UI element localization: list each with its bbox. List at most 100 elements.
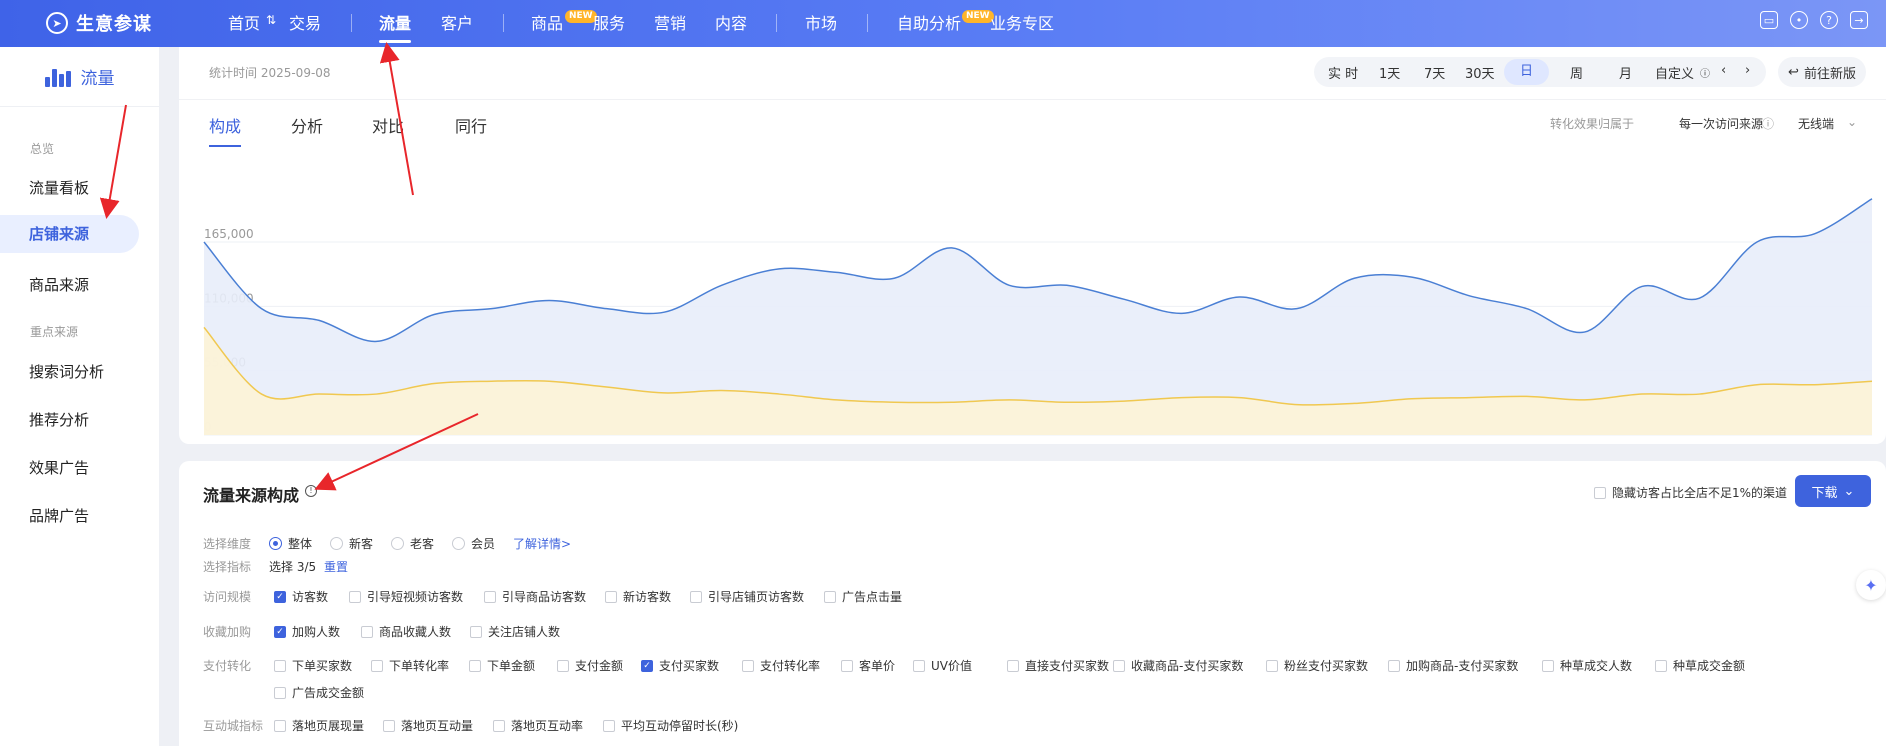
next-arrow-icon[interactable]: › <box>1745 63 1750 78</box>
checkbox[interactable] <box>1594 486 1606 499</box>
hide-small-channels-option[interactable]: 隐藏访客占比全店不足1%的渠道 <box>1594 484 1787 501</box>
metric-checkbox-option[interactable]: 广告点击量 <box>824 588 902 605</box>
tab-composition[interactable]: 构成 <box>209 113 242 147</box>
checkbox[interactable] <box>913 659 925 672</box>
nav-service[interactable]: 服务 <box>593 10 625 34</box>
checkbox[interactable] <box>361 625 373 638</box>
nav-content[interactable]: 内容 <box>715 10 747 34</box>
checkbox-checked[interactable]: ✓ <box>274 590 286 603</box>
metric-checkbox-option[interactable]: 下单转化率 <box>371 657 449 674</box>
metric-checkbox-option[interactable]: 落地页展现量 <box>274 717 364 734</box>
dimension-option[interactable]: 整体 <box>269 535 312 552</box>
tab-compare[interactable]: 对比 <box>372 113 404 137</box>
sidebar-item-store-source[interactable]: 店铺来源 <box>0 215 139 253</box>
metric-checkbox-option[interactable]: ✓ 访客数 <box>274 588 328 605</box>
nav-business-zone[interactable]: 业务专区 <box>990 10 1054 34</box>
brand[interactable]: ➤ 生意参谋 <box>46 10 152 36</box>
sidebar-item-search-terms[interactable]: 搜索词分析 <box>29 361 104 382</box>
download-button[interactable]: 下载 ⌄ <box>1795 475 1871 507</box>
calendar-icon[interactable]: ▭ <box>1760 11 1778 29</box>
metric-checkbox-option[interactable]: 下单买家数 <box>274 657 352 674</box>
checkbox[interactable] <box>274 659 286 672</box>
swap-icon[interactable]: ⇅ <box>266 13 276 27</box>
metric-checkbox-option[interactable]: 下单金额 <box>469 657 535 674</box>
checkbox[interactable] <box>470 625 482 638</box>
checkbox[interactable] <box>274 719 286 732</box>
tab-analysis[interactable]: 分析 <box>291 113 323 137</box>
conversion-select[interactable]: 每一次访问来源 <box>1679 115 1763 132</box>
device-select[interactable]: 无线端 <box>1798 115 1834 132</box>
help-icon[interactable]: ⓘ <box>1762 115 1774 132</box>
metric-checkbox-option[interactable]: 落地页互动率 <box>493 717 583 734</box>
checkbox[interactable] <box>383 719 395 732</box>
dimension-option[interactable]: 老客 <box>391 535 434 552</box>
sidebar-item-product-source[interactable]: 商品来源 <box>29 274 89 295</box>
checkbox[interactable] <box>274 686 286 699</box>
checkbox[interactable] <box>1007 659 1019 672</box>
nav-marketing[interactable]: 营销 <box>654 10 686 34</box>
metric-checkbox-option[interactable]: ✓ 加购人数 <box>274 623 340 640</box>
time-option-30d[interactable]: 30天 <box>1465 63 1495 82</box>
checkbox[interactable] <box>742 659 754 672</box>
metric-checkbox-option[interactable]: 加购商品-支付买家数 <box>1388 657 1518 674</box>
time-option-week[interactable]: 周 <box>1570 63 1583 82</box>
checkbox[interactable] <box>493 719 505 732</box>
reset-link[interactable]: 重置 <box>324 558 348 575</box>
dimension-option[interactable]: 会员 <box>452 535 495 552</box>
nav-self-analysis[interactable]: 自助分析 <box>897 10 961 34</box>
checkbox[interactable] <box>603 719 615 732</box>
checkbox[interactable] <box>349 590 361 603</box>
metric-checkbox-option[interactable]: 新访客数 <box>605 588 671 605</box>
nav-customer[interactable]: 客户 <box>441 10 473 34</box>
sidebar-item-brand-ads[interactable]: 品牌广告 <box>29 505 89 526</box>
checkbox[interactable] <box>1266 659 1278 672</box>
assistant-float-button[interactable]: ✦ <box>1856 570 1886 600</box>
checkbox[interactable] <box>690 590 702 603</box>
time-option-month[interactable]: 月 <box>1619 63 1632 82</box>
metric-checkbox-option[interactable]: 引导商品访客数 <box>484 588 586 605</box>
learn-more-link[interactable]: 了解详情> <box>513 535 571 552</box>
metric-checkbox-option[interactable]: 引导短视频访客数 <box>349 588 463 605</box>
metric-checkbox-option[interactable]: 关注店铺人数 <box>470 623 560 640</box>
metric-checkbox-option[interactable]: 广告成交金额 <box>274 684 364 701</box>
checkbox-checked[interactable]: ✓ <box>274 625 286 638</box>
go-new-version-button[interactable]: ↩ 前往新版 <box>1778 57 1866 87</box>
prev-arrow-icon[interactable]: ‹ <box>1721 63 1726 78</box>
time-option-day[interactable]: 日 <box>1504 59 1550 85</box>
metric-checkbox-option[interactable]: 平均互动停留时长(秒) <box>603 717 738 734</box>
metric-checkbox-option[interactable]: 粉丝支付买家数 <box>1266 657 1368 674</box>
nav-home[interactable]: 首页 <box>228 10 260 34</box>
metric-checkbox-option[interactable]: 客单价 <box>841 657 895 674</box>
checkbox[interactable] <box>841 659 853 672</box>
checkbox[interactable] <box>1655 659 1667 672</box>
checkbox[interactable] <box>1542 659 1554 672</box>
checkbox[interactable] <box>1113 659 1125 672</box>
metric-checkbox-option[interactable]: UV价值 <box>913 657 972 674</box>
checkbox[interactable] <box>1388 659 1400 672</box>
checkbox[interactable] <box>484 590 496 603</box>
dimension-option[interactable]: 新客 <box>330 535 373 552</box>
checkbox[interactable] <box>824 590 836 603</box>
nav-market[interactable]: 市场 <box>805 10 837 34</box>
sidebar-item-traffic-board[interactable]: 流量看板 <box>29 177 89 198</box>
chevron-down-icon[interactable]: ⌄ <box>1847 115 1857 129</box>
chevron-down-icon[interactable]: ⌄ <box>1738 115 1748 129</box>
checkbox[interactable] <box>371 659 383 672</box>
user-icon[interactable]: • <box>1790 11 1808 29</box>
metric-checkbox-option[interactable]: 种草成交金额 <box>1655 657 1745 674</box>
metric-checkbox-option[interactable]: 引导店铺页访客数 <box>690 588 804 605</box>
time-option-7d[interactable]: 7天 <box>1424 63 1445 82</box>
sidebar-item-performance-ads[interactable]: 效果广告 <box>29 457 89 478</box>
nav-trade[interactable]: 交易 <box>289 10 321 34</box>
tab-peers[interactable]: 同行 <box>455 113 487 137</box>
metric-checkbox-option[interactable]: 种草成交人数 <box>1542 657 1632 674</box>
metric-checkbox-option[interactable]: 支付转化率 <box>742 657 820 674</box>
time-option-1d[interactable]: 1天 <box>1379 63 1400 82</box>
checkbox-checked[interactable]: ✓ <box>641 659 653 672</box>
info-icon[interactable]: ! <box>305 485 317 497</box>
time-option-realtime[interactable]: 实 时 <box>1328 63 1358 82</box>
metric-checkbox-option[interactable]: 落地页互动量 <box>383 717 473 734</box>
logout-icon[interactable]: → <box>1850 11 1868 29</box>
time-option-custom[interactable]: 自定义 <box>1655 63 1694 82</box>
checkbox[interactable] <box>557 659 569 672</box>
